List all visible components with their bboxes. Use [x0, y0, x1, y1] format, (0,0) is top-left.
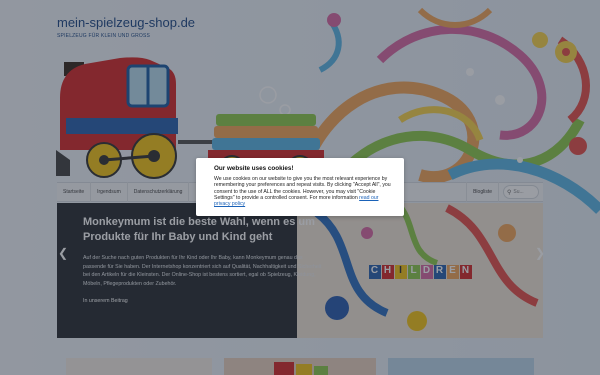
cookie-dialog-title: Our website uses cookies! [214, 165, 294, 172]
cookie-dialog-text: We use cookies on our website to give yo… [214, 176, 395, 207]
cookie-consent-dialog: Our website uses cookies! We use cookies… [196, 158, 404, 216]
